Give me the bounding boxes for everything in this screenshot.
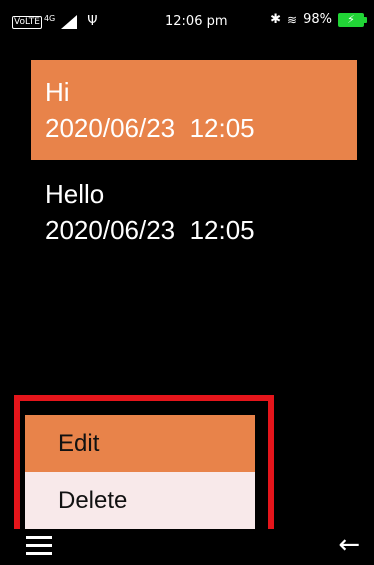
back-arrow-icon[interactable]: ← xyxy=(338,531,360,559)
status-bar: VoLTE 4G Ψ 12:06 pm ✱ ≋ 98% ⚡ xyxy=(0,0,374,36)
menu-icon[interactable] xyxy=(26,535,52,557)
wifi-icon: ≋ xyxy=(287,13,298,27)
note-title: Hi xyxy=(45,77,70,107)
bluetooth-icon: ✱ xyxy=(270,12,282,27)
softkey-bar: ← xyxy=(0,529,374,565)
menu-item-label: Delete xyxy=(58,486,128,514)
battery-charging-icon: ⚡ xyxy=(338,13,367,27)
status-time: 12:06 pm xyxy=(165,14,228,29)
charging-bolt-icon: ⚡ xyxy=(347,13,355,26)
signal-icon xyxy=(61,15,78,29)
volte-badge: VoLTE xyxy=(12,15,42,29)
status-left-group: VoLTE 4G Ψ xyxy=(12,14,97,30)
battery-percent: 98% xyxy=(303,12,332,27)
status-right-group: ✱ ≋ 98% ⚡ xyxy=(270,12,367,28)
menu-item-label: Edit xyxy=(58,429,100,457)
options-menu: Edit Delete xyxy=(25,415,255,529)
note-date: 2020/06/23 12:05 xyxy=(45,215,255,245)
menu-item-edit[interactable]: Edit xyxy=(25,415,255,472)
usb-icon: Ψ xyxy=(87,14,98,29)
note-title: Hello xyxy=(45,179,105,209)
note-item-hello[interactable]: Hello 2020/06/23 12:05 xyxy=(31,162,357,262)
menu-item-delete[interactable]: Delete xyxy=(25,472,255,529)
note-item-hi[interactable]: Hi 2020/06/23 12:05 xyxy=(31,60,357,160)
network-type: 4G xyxy=(43,13,56,23)
note-date: 2020/06/23 12:05 xyxy=(45,113,255,143)
